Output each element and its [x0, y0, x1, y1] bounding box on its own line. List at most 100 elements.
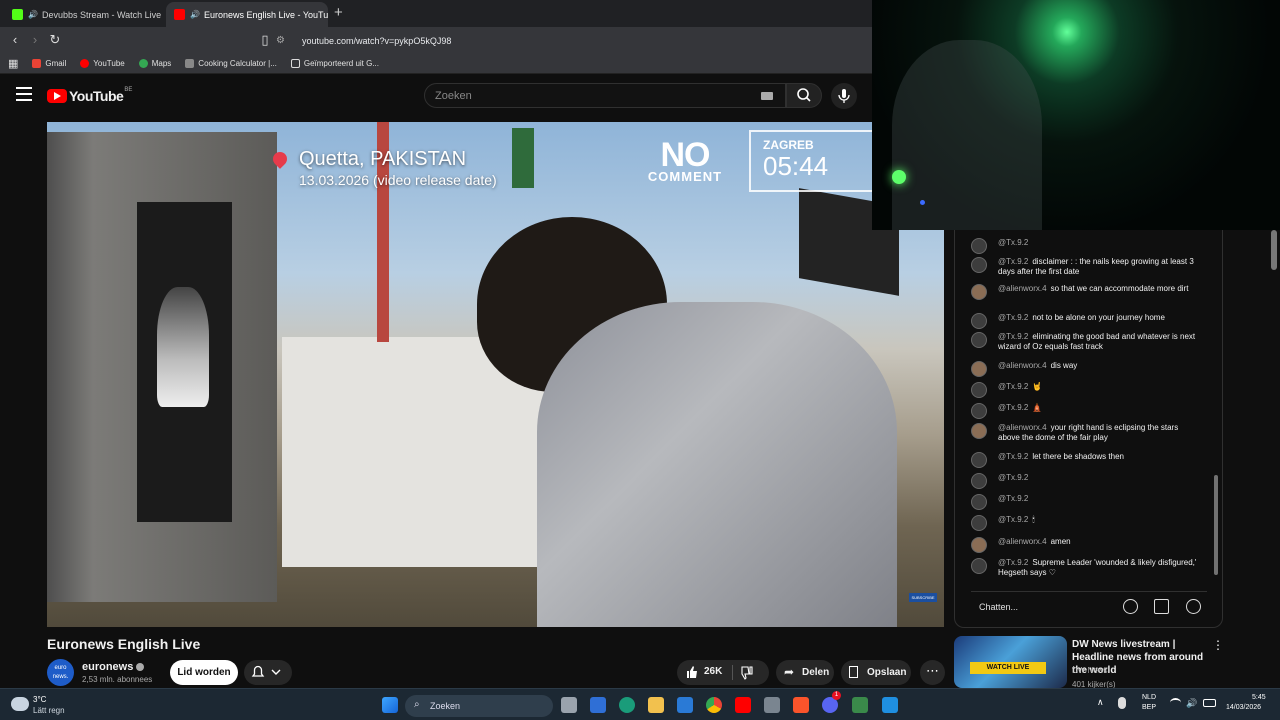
maps-icon — [138, 59, 148, 68]
tray-keyboard-layout[interactable]: BEP — [1142, 704, 1156, 711]
dislike-icon[interactable] — [740, 666, 754, 680]
emoji-icon[interactable] — [1123, 599, 1138, 614]
share-button[interactable]: ➦ Delen — [776, 660, 834, 685]
clock-date[interactable]: 14/03/2026 — [1226, 704, 1261, 711]
channel-name[interactable]: euronews — [82, 661, 145, 673]
chat-avatar[interactable] — [971, 515, 987, 531]
chat-author[interactable]: @Tx.9.2 — [998, 403, 1028, 412]
chat-avatar[interactable] — [971, 332, 987, 348]
chat-author[interactable]: @Tx.9.2 — [998, 494, 1028, 503]
video-player[interactable]: Quetta, PAKISTAN 13.03.2026 (video relea… — [47, 122, 944, 627]
back-button[interactable]: ‹ — [6, 31, 24, 49]
chat-avatar[interactable] — [971, 494, 987, 510]
chat-author[interactable]: @Tx.9.2 — [998, 515, 1028, 524]
bookmark-youtube[interactable]: YouTube — [80, 59, 125, 68]
subscribe-watermark[interactable]: SUBSCRIBE — [909, 593, 937, 602]
search-button[interactable] — [786, 83, 822, 108]
chat-input[interactable]: Chatten... — [971, 591, 1207, 621]
tray-microphone-icon[interactable] — [1118, 697, 1126, 709]
like-count[interactable]: 26K — [704, 666, 722, 677]
more-actions-button[interactable]: ⋯ — [920, 660, 945, 685]
start-icon[interactable] — [382, 697, 398, 713]
task-view-icon[interactable] — [561, 697, 577, 713]
gaming-app-icon[interactable] — [852, 697, 868, 713]
bookmark-gmail[interactable]: Gmail — [32, 59, 66, 68]
join-button[interactable]: Lid worden — [170, 660, 238, 685]
weather-icon[interactable] — [11, 697, 29, 711]
chat-avatar[interactable] — [971, 423, 987, 439]
chat-author[interactable]: @Tx.9.2 — [998, 238, 1028, 247]
chat-scrollbar[interactable] — [1214, 475, 1218, 575]
page-scrollbar[interactable] — [1271, 230, 1277, 270]
forward-button[interactable]: › — [26, 31, 44, 49]
chat-avatar[interactable] — [971, 537, 987, 553]
chat-author[interactable]: @Tx.9.2 — [998, 382, 1028, 391]
calculator-icon[interactable] — [764, 697, 780, 713]
battery-icon[interactable] — [1203, 699, 1216, 707]
chat-author[interactable]: @Tx.9.2 — [998, 257, 1028, 266]
bookmark-icon[interactable]: ▯ — [256, 31, 274, 49]
volume-icon[interactable]: 🔊 — [1186, 698, 1197, 709]
youtube-app-icon[interactable] — [735, 697, 751, 713]
menu-icon[interactable] — [16, 87, 32, 101]
site-info-icon[interactable]: ⚙ — [276, 35, 288, 46]
wifi-icon[interactable] — [1170, 698, 1181, 707]
url-bar[interactable]: ⚙ youtube.com/watch?v=pykpO5kQJ98 — [276, 30, 866, 51]
chat-author[interactable]: @alienworx.4 — [998, 537, 1047, 546]
mail-icon[interactable] — [677, 697, 693, 713]
chat-author[interactable]: @Tx.9.2 — [998, 313, 1028, 322]
clock-time[interactable]: 5:45 — [1252, 694, 1266, 701]
bookmark-maps[interactable]: Maps — [138, 59, 171, 68]
tab-euronews-live[interactable]: 🔊 Euronews English Live - YouTu ✕ — [166, 2, 328, 27]
super-chat-icon[interactable] — [1154, 599, 1169, 614]
youtube-logo[interactable]: YouTube BE — [47, 87, 132, 104]
new-tab-button[interactable]: + — [334, 4, 343, 21]
app-icon[interactable] — [882, 697, 898, 713]
notifications-button[interactable] — [244, 660, 292, 685]
weather-description[interactable]: Lätt regn — [33, 706, 65, 715]
chat-avatar[interactable] — [971, 382, 987, 398]
chat-author[interactable]: @Tx.9.2 — [998, 473, 1028, 482]
chrome-icon[interactable] — [706, 697, 722, 713]
related-video-thumbnail[interactable]: WATCH LIVE — [954, 636, 1067, 688]
edge-icon[interactable] — [619, 697, 635, 713]
reload-button[interactable]: ↻ — [46, 31, 64, 49]
store-icon[interactable] — [590, 697, 606, 713]
bookmark-cooking-calculator[interactable]: Cooking Calculator |... — [185, 59, 277, 68]
search-input[interactable]: Zoeken — [424, 83, 786, 108]
like-icon[interactable] — [685, 665, 699, 679]
discord-icon[interactable]: 1 — [822, 691, 841, 713]
weather-temperature[interactable]: 3°C — [33, 695, 46, 704]
chat-author[interactable]: @Tx.9.2 — [998, 332, 1028, 341]
chat-avatar[interactable] — [971, 257, 987, 273]
chat-avatar[interactable] — [971, 473, 987, 489]
chat-avatar[interactable] — [971, 361, 987, 377]
chat-author[interactable]: @alienworx.4 — [998, 423, 1047, 432]
related-video-channel[interactable]: DW News — [1072, 666, 1108, 675]
save-button[interactable]: Opslaan — [841, 660, 911, 685]
apps-grid-icon[interactable]: ▦ — [8, 57, 18, 70]
chat-avatar[interactable] — [971, 238, 987, 254]
related-more-icon[interactable]: ⋮ — [1212, 638, 1224, 652]
tray-chevron-icon[interactable]: ∧ — [1097, 697, 1104, 708]
chat-avatar[interactable] — [971, 403, 987, 419]
channel-avatar[interactable]: euro news. — [47, 659, 74, 686]
chat-avatar[interactable] — [971, 284, 987, 300]
chat-author[interactable]: @Tx.9.2 — [998, 452, 1028, 461]
chat-avatar[interactable] — [971, 558, 987, 574]
bookmark-folder-imported[interactable]: Geïmporteerd uit G... — [290, 59, 379, 68]
voice-search-button[interactable] — [831, 83, 857, 109]
chat-author[interactable]: @Tx.9.2 — [998, 558, 1028, 567]
clock-city: ZAGREB — [763, 138, 814, 152]
chat-author[interactable]: @alienworx.4 — [998, 361, 1047, 370]
file-explorer-icon[interactable] — [648, 697, 664, 713]
heart-icon[interactable] — [1186, 599, 1201, 614]
keyboard-icon[interactable] — [761, 92, 773, 100]
chat-author[interactable]: @alienworx.4 — [998, 284, 1047, 293]
chat-avatar[interactable] — [971, 452, 987, 468]
brave-icon[interactable] — [793, 697, 809, 713]
tab-devubbs-stream[interactable]: 🔊 Devubbs Stream - Watch Live on — [4, 2, 164, 27]
tray-language[interactable]: NLD — [1142, 694, 1156, 701]
taskbar-search[interactable]: ⌕ Zoeken — [405, 695, 553, 717]
chat-avatar[interactable] — [971, 313, 987, 329]
